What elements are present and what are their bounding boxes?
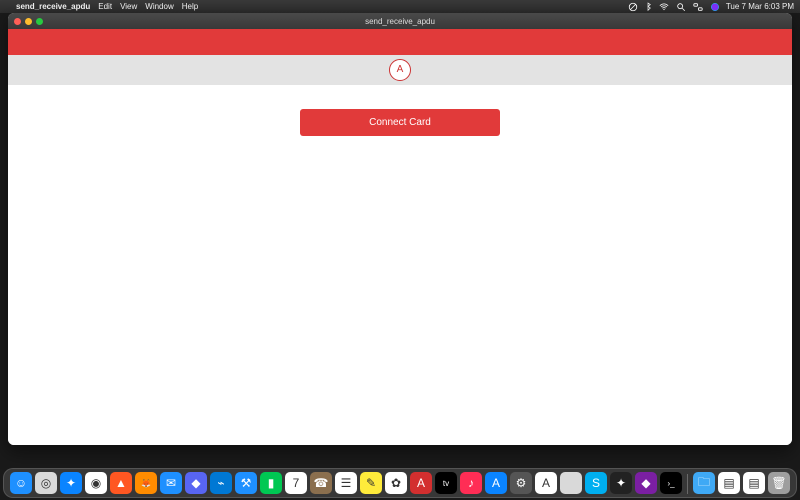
menu-edit[interactable]: Edit (98, 2, 112, 11)
mail-icon[interactable]: ✉ (160, 472, 182, 494)
header-grey-band: A (8, 55, 792, 85)
header-red-band (8, 29, 792, 55)
wifi-icon[interactable] (658, 2, 670, 12)
reminders-icon[interactable]: ☰ (335, 472, 357, 494)
menu-view[interactable]: View (120, 2, 137, 11)
launchpad-icon[interactable]: ◎ (35, 472, 57, 494)
spotlight-icon[interactable] (676, 2, 686, 12)
contacts-icon[interactable]: ☎ (310, 472, 332, 494)
control-center-icon[interactable] (692, 2, 704, 12)
xcode-icon[interactable]: ⚒ (235, 472, 257, 494)
facetime-icon[interactable]: ▮ (260, 472, 282, 494)
siri-icon[interactable] (710, 2, 720, 12)
menubar-clock[interactable]: Tue 7 Mar 6:03 PM (726, 2, 794, 11)
macos-menubar: send_receive_apdu Edit View Window Help … (0, 0, 800, 13)
settings-icon[interactable]: ⚙ (510, 472, 532, 494)
menu-window[interactable]: Window (145, 2, 173, 11)
app-window: send_receive_apdu A Connect Card (8, 13, 792, 445)
connect-card-button[interactable]: Connect Card (300, 109, 500, 136)
safari-icon[interactable]: ✦ (60, 472, 82, 494)
no-entry-icon[interactable] (628, 2, 638, 12)
app-logo-icon: A (389, 59, 411, 81)
vscode-icon[interactable]: ⌁ (210, 472, 232, 494)
window-title: send_receive_apdu (8, 17, 792, 26)
blank-icon[interactable] (560, 472, 582, 494)
dock: ☺◎✦◉▲🦊✉◆⌁⚒▮7☎☰✎✿Atv♪A⚙AS✦◆›_🗀▤▤🗑 (3, 468, 797, 498)
dock-separator (687, 474, 688, 494)
chrome-icon[interactable]: ◉ (85, 472, 107, 494)
bluetooth-icon[interactable] (644, 2, 652, 12)
doc2-icon[interactable]: ▤ (743, 472, 765, 494)
menu-help[interactable]: Help (182, 2, 198, 11)
skype-icon[interactable]: S (585, 472, 607, 494)
content-empty-area (8, 136, 792, 445)
claw-icon[interactable]: ✦ (610, 472, 632, 494)
menubar-menus: Edit View Window Help (98, 2, 198, 11)
app-content: A Connect Card (8, 29, 792, 445)
trash-icon[interactable]: 🗑 (768, 472, 790, 494)
window-titlebar: send_receive_apdu (8, 13, 792, 29)
dock-wrap: ☺◎✦◉▲🦊✉◆⌁⚒▮7☎☰✎✿Atv♪A⚙AS✦◆›_🗀▤▤🗑 (0, 468, 800, 498)
appstore-icon[interactable]: A (485, 472, 507, 494)
discord-icon[interactable]: ◆ (185, 472, 207, 494)
folder-icon[interactable]: 🗀 (693, 472, 715, 494)
apdu-app-icon[interactable]: A (535, 472, 557, 494)
calendar-icon[interactable]: 7 (285, 472, 307, 494)
firefox-icon[interactable]: 🦊 (135, 472, 157, 494)
photos-icon[interactable]: ✿ (385, 472, 407, 494)
menubar-status: Tue 7 Mar 6:03 PM (628, 2, 794, 12)
doc1-icon[interactable]: ▤ (718, 472, 740, 494)
terminal-icon[interactable]: ›_ (660, 472, 682, 494)
notes-icon[interactable]: ✎ (360, 472, 382, 494)
brave-icon[interactable]: ▲ (110, 472, 132, 494)
finder-icon[interactable]: ☺ (10, 472, 32, 494)
misc-icon[interactable]: ◆ (635, 472, 657, 494)
menubar-app-name[interactable]: send_receive_apdu (16, 2, 90, 11)
music-icon[interactable]: ♪ (460, 472, 482, 494)
connect-area: Connect Card (8, 85, 792, 136)
adobe-icon[interactable]: A (410, 472, 432, 494)
appletv-icon[interactable]: tv (435, 472, 457, 494)
